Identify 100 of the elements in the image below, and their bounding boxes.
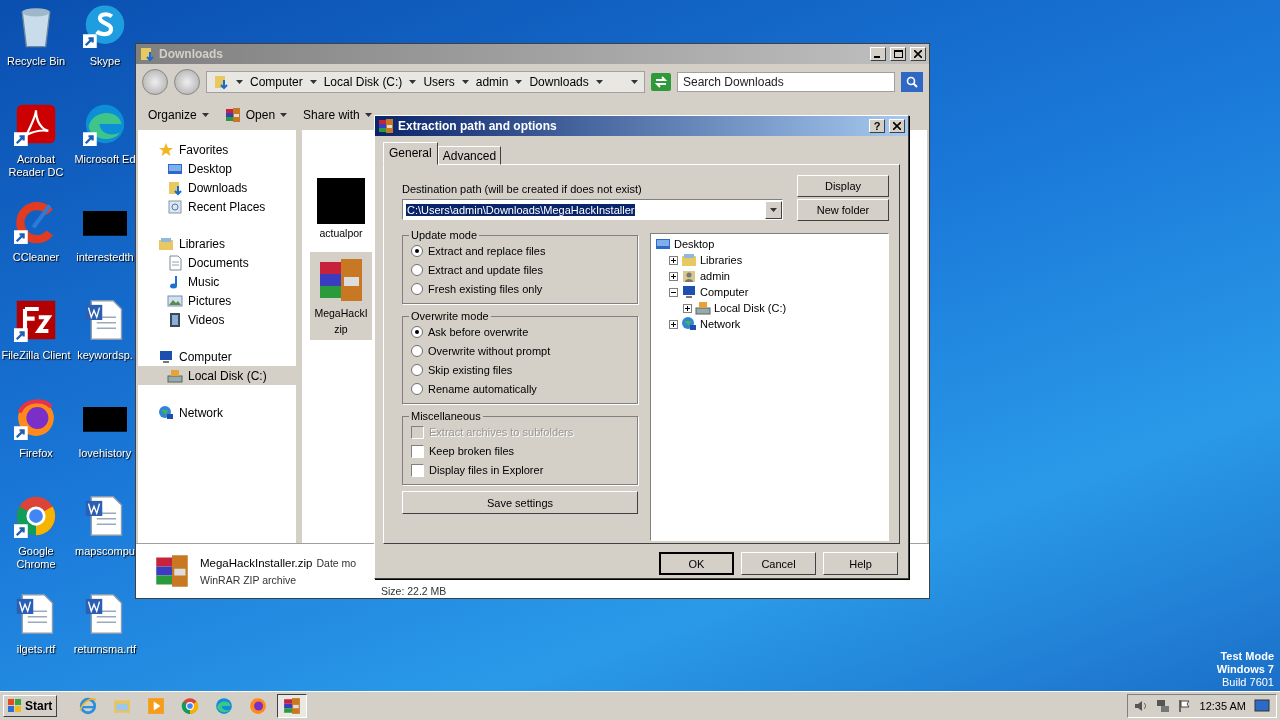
toolbar-button[interactable]: Open: [224, 107, 288, 123]
refresh-icon[interactable]: [651, 73, 671, 91]
start-button[interactable]: Start: [3, 695, 58, 717]
radio-button[interactable]: [411, 326, 423, 338]
nav-item[interactable]: Libraries: [138, 234, 296, 253]
disk-icon: [695, 300, 711, 316]
network-icon[interactable]: [1155, 699, 1170, 713]
plus-icon[interactable]: [669, 271, 678, 281]
tab[interactable]: General: [383, 142, 438, 165]
checkbox[interactable]: [411, 463, 424, 477]
side-button[interactable]: New folder: [797, 199, 889, 221]
option-label: Display files in Explorer: [429, 464, 544, 476]
desktop-icon-label[interactable]: lovehistory: [78, 447, 132, 460]
breadcrumb-item[interactable]: Downloads: [529, 75, 589, 89]
plus-icon[interactable]: [669, 255, 678, 265]
dropdown-button[interactable]: [765, 200, 782, 219]
taskbar-app[interactable]: [277, 694, 308, 718]
flag-icon[interactable]: [1177, 699, 1192, 713]
watermark-text: Windows 7: [1216, 663, 1274, 676]
forward-button[interactable]: [174, 69, 200, 95]
desktop-icon-label[interactable]: Skype: [89, 55, 121, 68]
nav-item[interactable]: Desktop: [138, 159, 296, 178]
tree-item[interactable]: Local Disk (C:): [655, 300, 884, 316]
close-button[interactable]: [889, 119, 905, 133]
clock[interactable]: 12:35 AM: [1199, 700, 1246, 712]
desktop-icon-label[interactable]: Firefox: [19, 447, 53, 460]
radio-button[interactable]: [411, 364, 423, 376]
path-field[interactable]: C:\Users\admin\Downloads\MegaHackInstaller: [402, 199, 783, 220]
file-name: MegaHackI: [314, 307, 368, 320]
download-icon: [213, 74, 229, 90]
search-button[interactable]: [901, 72, 923, 92]
desktop-icon-label[interactable]: FileZilla Client: [1, 349, 71, 362]
nav-item[interactable]: Downloads: [138, 178, 296, 197]
tree-item[interactable]: admin: [655, 268, 884, 284]
desktop-icon-label[interactable]: mapscompu: [75, 545, 135, 558]
dialog-button[interactable]: Help: [823, 552, 898, 575]
side-button[interactable]: Display: [797, 175, 889, 197]
nav-item[interactable]: Computer: [138, 347, 296, 366]
tree-item[interactable]: Libraries: [655, 252, 884, 268]
document-icon: [167, 254, 183, 271]
option-label: Overwrite without prompt: [428, 345, 551, 357]
tab[interactable]: Advanced: [437, 146, 502, 165]
close-button[interactable]: [910, 47, 926, 61]
radio-button[interactable]: [411, 264, 423, 276]
desktop-icon-label[interactable]: keywordsp.: [77, 349, 133, 362]
nav-item[interactable]: Music: [138, 272, 296, 291]
nav-item[interactable]: Recent Places: [138, 197, 296, 216]
nav-item[interactable]: Videos: [138, 310, 296, 329]
tree-item[interactable]: Network: [655, 316, 884, 332]
radio-button[interactable]: [411, 283, 423, 295]
dialog-button[interactable]: OK: [659, 552, 734, 575]
minimize-button[interactable]: [870, 47, 886, 61]
nav-item[interactable]: Favorites: [138, 140, 296, 159]
desktop-icon-label[interactable]: ilgets.rtf: [16, 643, 56, 656]
breadcrumb-item[interactable]: Local Disk (C:): [323, 75, 403, 89]
nav-item[interactable]: Pictures: [138, 291, 296, 310]
desktop-icon-label[interactable]: Microsoft Ed: [74, 153, 136, 166]
maximize-button[interactable]: [890, 47, 906, 61]
media-icon: [147, 697, 166, 715]
breadcrumb-item[interactable]: Computer: [250, 75, 303, 89]
firefox-icon: [249, 697, 268, 715]
group-title: Overwrite mode: [410, 310, 490, 322]
checkbox[interactable]: [411, 444, 424, 458]
radio-button[interactable]: [411, 345, 423, 357]
file-item[interactable]: actualpor: [310, 174, 372, 244]
nav-item[interactable]: Documents: [138, 253, 296, 272]
nav-item[interactable]: Network: [138, 403, 296, 422]
desktop-icon-label[interactable]: CCleaner: [12, 251, 60, 264]
file-name: MegaHackInstaller.zip: [200, 556, 313, 569]
tree-item[interactable]: Computer: [655, 284, 884, 300]
breadcrumb-item[interactable]: admin: [475, 75, 509, 89]
plus-icon[interactable]: [683, 303, 692, 313]
plus-icon[interactable]: [669, 319, 678, 329]
desktop-icon-label[interactable]: Acrobat Reader DC: [1, 153, 71, 179]
nav-item[interactable]: Local Disk (C:): [138, 366, 296, 385]
help-button[interactable]: ?: [869, 119, 885, 133]
back-button[interactable]: [142, 69, 168, 95]
show-desktop-icon[interactable]: [1254, 699, 1270, 713]
radio-button[interactable]: [411, 383, 423, 395]
speaker-icon[interactable]: [1133, 699, 1148, 713]
search-field[interactable]: Search Downloads: [677, 72, 895, 92]
group-title: Update mode: [410, 229, 479, 241]
toolbar-button[interactable]: Share with: [303, 108, 372, 122]
minus-icon[interactable]: [669, 287, 678, 297]
radio-button[interactable]: [411, 245, 423, 257]
file-type: WinRAR ZIP archive: [200, 573, 297, 586]
address-bar[interactable]: Computer Local Disk (C:) Users admin Downloads: [206, 71, 645, 93]
caret-icon: [770, 207, 777, 212]
save-settings-button[interactable]: Save settings: [402, 491, 638, 514]
toolbar-button[interactable]: Organize: [148, 108, 209, 122]
desktop-icon-label[interactable]: Recycle Bin: [6, 55, 66, 68]
dialog-button[interactable]: Cancel: [741, 552, 816, 575]
desktop-icon-label[interactable]: returnsma.rtf: [73, 643, 137, 656]
desktop-icon-label[interactable]: Google Chrome: [1, 545, 71, 571]
tree-item[interactable]: Desktop: [655, 236, 884, 252]
breadcrumb-item[interactable]: Users: [423, 75, 455, 89]
desktop-icon-label[interactable]: interestedth: [76, 251, 134, 264]
file-item[interactable]: MegaHackI zip: [310, 252, 372, 340]
file-name: zip: [334, 323, 348, 336]
caret-icon: [631, 80, 638, 84]
